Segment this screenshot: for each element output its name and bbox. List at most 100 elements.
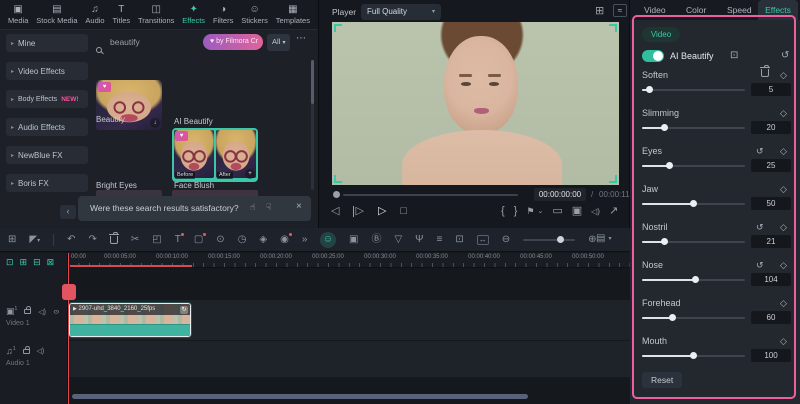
favorite-heart-icon[interactable]: ♥ (98, 82, 111, 92)
sidebar-item-video-effects[interactable]: ▸ Video Effects (6, 62, 88, 80)
effects-scrollbar[interactable] (311, 60, 314, 190)
slimming-value[interactable]: 20 (751, 121, 791, 134)
effect-card-ai-beautify[interactable]: ♥ Before After + (172, 128, 258, 182)
timeline-clip[interactable]: ▶ 2907-uhd_3840_2160_25fps ↻ (69, 303, 191, 337)
keyframe-tool-icon[interactable]: ◈ (259, 235, 267, 245)
sidebar-item-body-effects[interactable]: ▸ Body Effects NEW! (6, 90, 88, 108)
seek-handle[interactable] (333, 191, 340, 198)
broll-icon[interactable]: Ⓑ (371, 235, 381, 245)
mark-out-icon[interactable]: } (514, 206, 518, 217)
soften-slider[interactable] (642, 86, 745, 93)
tab-media[interactable]: ▣ Media (8, 4, 28, 25)
tab-audio[interactable]: ♫ Audio (85, 4, 104, 25)
display-device-icon[interactable]: ▭ (552, 206, 562, 217)
track-manager-icon[interactable]: ▤ (596, 234, 605, 244)
scope-view-icon[interactable]: ≈ (613, 4, 627, 17)
zoom-out-icon[interactable]: ⊖ (502, 235, 510, 245)
add-to-timeline-icon[interactable]: ⊞ (20, 257, 28, 268)
chevron-down-icon[interactable]: ⌄ (537, 208, 543, 215)
mute-track-icon[interactable]: ◁) (37, 347, 45, 355)
close-icon[interactable]: × (296, 201, 302, 212)
text-tool-icon[interactable]: T (175, 233, 185, 245)
eyes-slider[interactable] (642, 162, 745, 169)
audio-track-lane[interactable] (68, 341, 630, 377)
tab-video[interactable]: Video (644, 0, 666, 20)
snapshot-icon[interactable]: ▣ (572, 206, 582, 217)
reset-param-icon[interactable]: ↺ (756, 260, 764, 271)
marker-icon[interactable]: ⚑ (526, 207, 534, 216)
layout-grid-icon[interactable]: ⊞ (8, 235, 16, 245)
video-section-pill[interactable]: Video (642, 27, 680, 42)
tab-color[interactable]: Color (686, 0, 706, 20)
previous-frame-icon[interactable]: ◁ (331, 206, 339, 217)
reset-param-icon[interactable]: ↺ (756, 146, 764, 157)
fit-timeline-icon[interactable]: ↔ (476, 235, 489, 245)
keyframe-icon[interactable]: ◇ (780, 108, 787, 119)
ai-beautify-toggle[interactable] (642, 50, 664, 62)
motion-tracking-icon[interactable]: ⊙ (216, 235, 224, 245)
snap-magnet-icon[interactable]: ⊟ (33, 257, 41, 268)
jaw-value[interactable]: 50 (751, 197, 791, 210)
search-input[interactable]: beautify (110, 37, 200, 47)
selection-handle[interactable] (334, 175, 342, 183)
tab-filters[interactable]: ◑ Filters (213, 4, 233, 25)
mark-in-icon[interactable]: { (501, 206, 505, 217)
tab-transitions[interactable]: ◫ Transitions (138, 4, 174, 25)
selection-handle[interactable] (609, 24, 617, 32)
lock-track-icon[interactable] (24, 306, 32, 314)
keyframe-icon[interactable]: ◇ (780, 184, 787, 195)
filmora-creator-badge[interactable]: ♥ by Filmora Cr (203, 34, 263, 50)
keyframe-icon[interactable]: ◇ (780, 146, 787, 157)
auto-ripple-icon[interactable]: ⊠ (47, 257, 55, 268)
sidebar-item-audio-effects[interactable]: ▸ Audio Effects (6, 118, 88, 136)
nose-value[interactable]: 104 (751, 273, 791, 286)
record-icon[interactable]: ◉ (280, 233, 292, 245)
keyframe-icon[interactable]: ◇ (780, 260, 787, 271)
keyframe-icon[interactable]: ◇ (780, 298, 787, 309)
sidebar-item-mine[interactable]: ▸ Mine (6, 34, 88, 52)
shield-icon[interactable]: ▽ (394, 235, 402, 245)
nose-slider[interactable] (642, 276, 745, 283)
mouth-value[interactable]: 100 (751, 349, 791, 362)
play-from-start-icon[interactable]: ▷ (353, 206, 364, 217)
delete-icon[interactable] (108, 232, 119, 244)
split-scissors-icon[interactable]: ✂ (131, 235, 139, 245)
undo-icon[interactable]: ↶ (67, 235, 75, 245)
tab-titles[interactable]: T Titles (112, 4, 130, 25)
tab-stock-media[interactable]: ▤ Stock Media (36, 4, 77, 25)
video-preview[interactable] (332, 22, 619, 185)
ai-beauty-icon[interactable]: ☺ (320, 232, 336, 248)
tab-effects[interactable]: ✦ Effects (182, 4, 205, 25)
playhead-line[interactable] (68, 253, 69, 404)
sidebar-collapse-button[interactable]: ‹ (60, 205, 76, 219)
quality-dropdown[interactable]: Full Quality ▾ (361, 4, 441, 20)
timeline-scrollbar[interactable] (72, 394, 528, 399)
reset-button[interactable]: Reset (642, 372, 683, 388)
zoom-slider[interactable] (523, 236, 576, 243)
microphone-icon[interactable]: Ψ (415, 235, 423, 245)
play-icon[interactable]: ▷ (378, 206, 386, 217)
compare-view-icon[interactable]: ⊞ (595, 6, 604, 17)
forehead-value[interactable]: 60 (751, 311, 791, 324)
fullscreen-icon[interactable]: ↗ (609, 206, 618, 217)
seek-bar[interactable] (343, 194, 518, 196)
jaw-slider[interactable] (642, 200, 745, 207)
favorite-heart-icon[interactable]: ♥ (175, 131, 188, 141)
playhead-grip[interactable] (62, 284, 76, 300)
add-effect-icon[interactable]: + (245, 169, 255, 179)
soften-value[interactable]: 5 (751, 83, 791, 96)
tracking-icon[interactable]: ⊡ (730, 50, 738, 61)
mouth-slider[interactable] (642, 352, 745, 359)
select-tool-icon[interactable]: ◤▾ (29, 235, 40, 245)
tab-effects-active[interactable]: Effects (758, 0, 798, 20)
download-icon[interactable]: ↓ (150, 118, 160, 128)
mask-icon[interactable]: ▢ (194, 233, 207, 245)
filter-dropdown[interactable]: All ▾ (267, 34, 291, 51)
tab-stickers[interactable]: ☺ Stickers (241, 4, 268, 25)
thumbs-down-icon[interactable]: ☟ (266, 202, 271, 213)
render-preview-icon[interactable]: ▣ (349, 235, 358, 245)
lock-track-icon[interactable] (22, 345, 30, 354)
reset-effect-icon[interactable]: ↺ (781, 50, 789, 61)
eyes-value[interactable]: 25 (751, 159, 791, 172)
sidebar-item-newblue-fx[interactable]: ▸ NewBlue FX (6, 146, 88, 164)
